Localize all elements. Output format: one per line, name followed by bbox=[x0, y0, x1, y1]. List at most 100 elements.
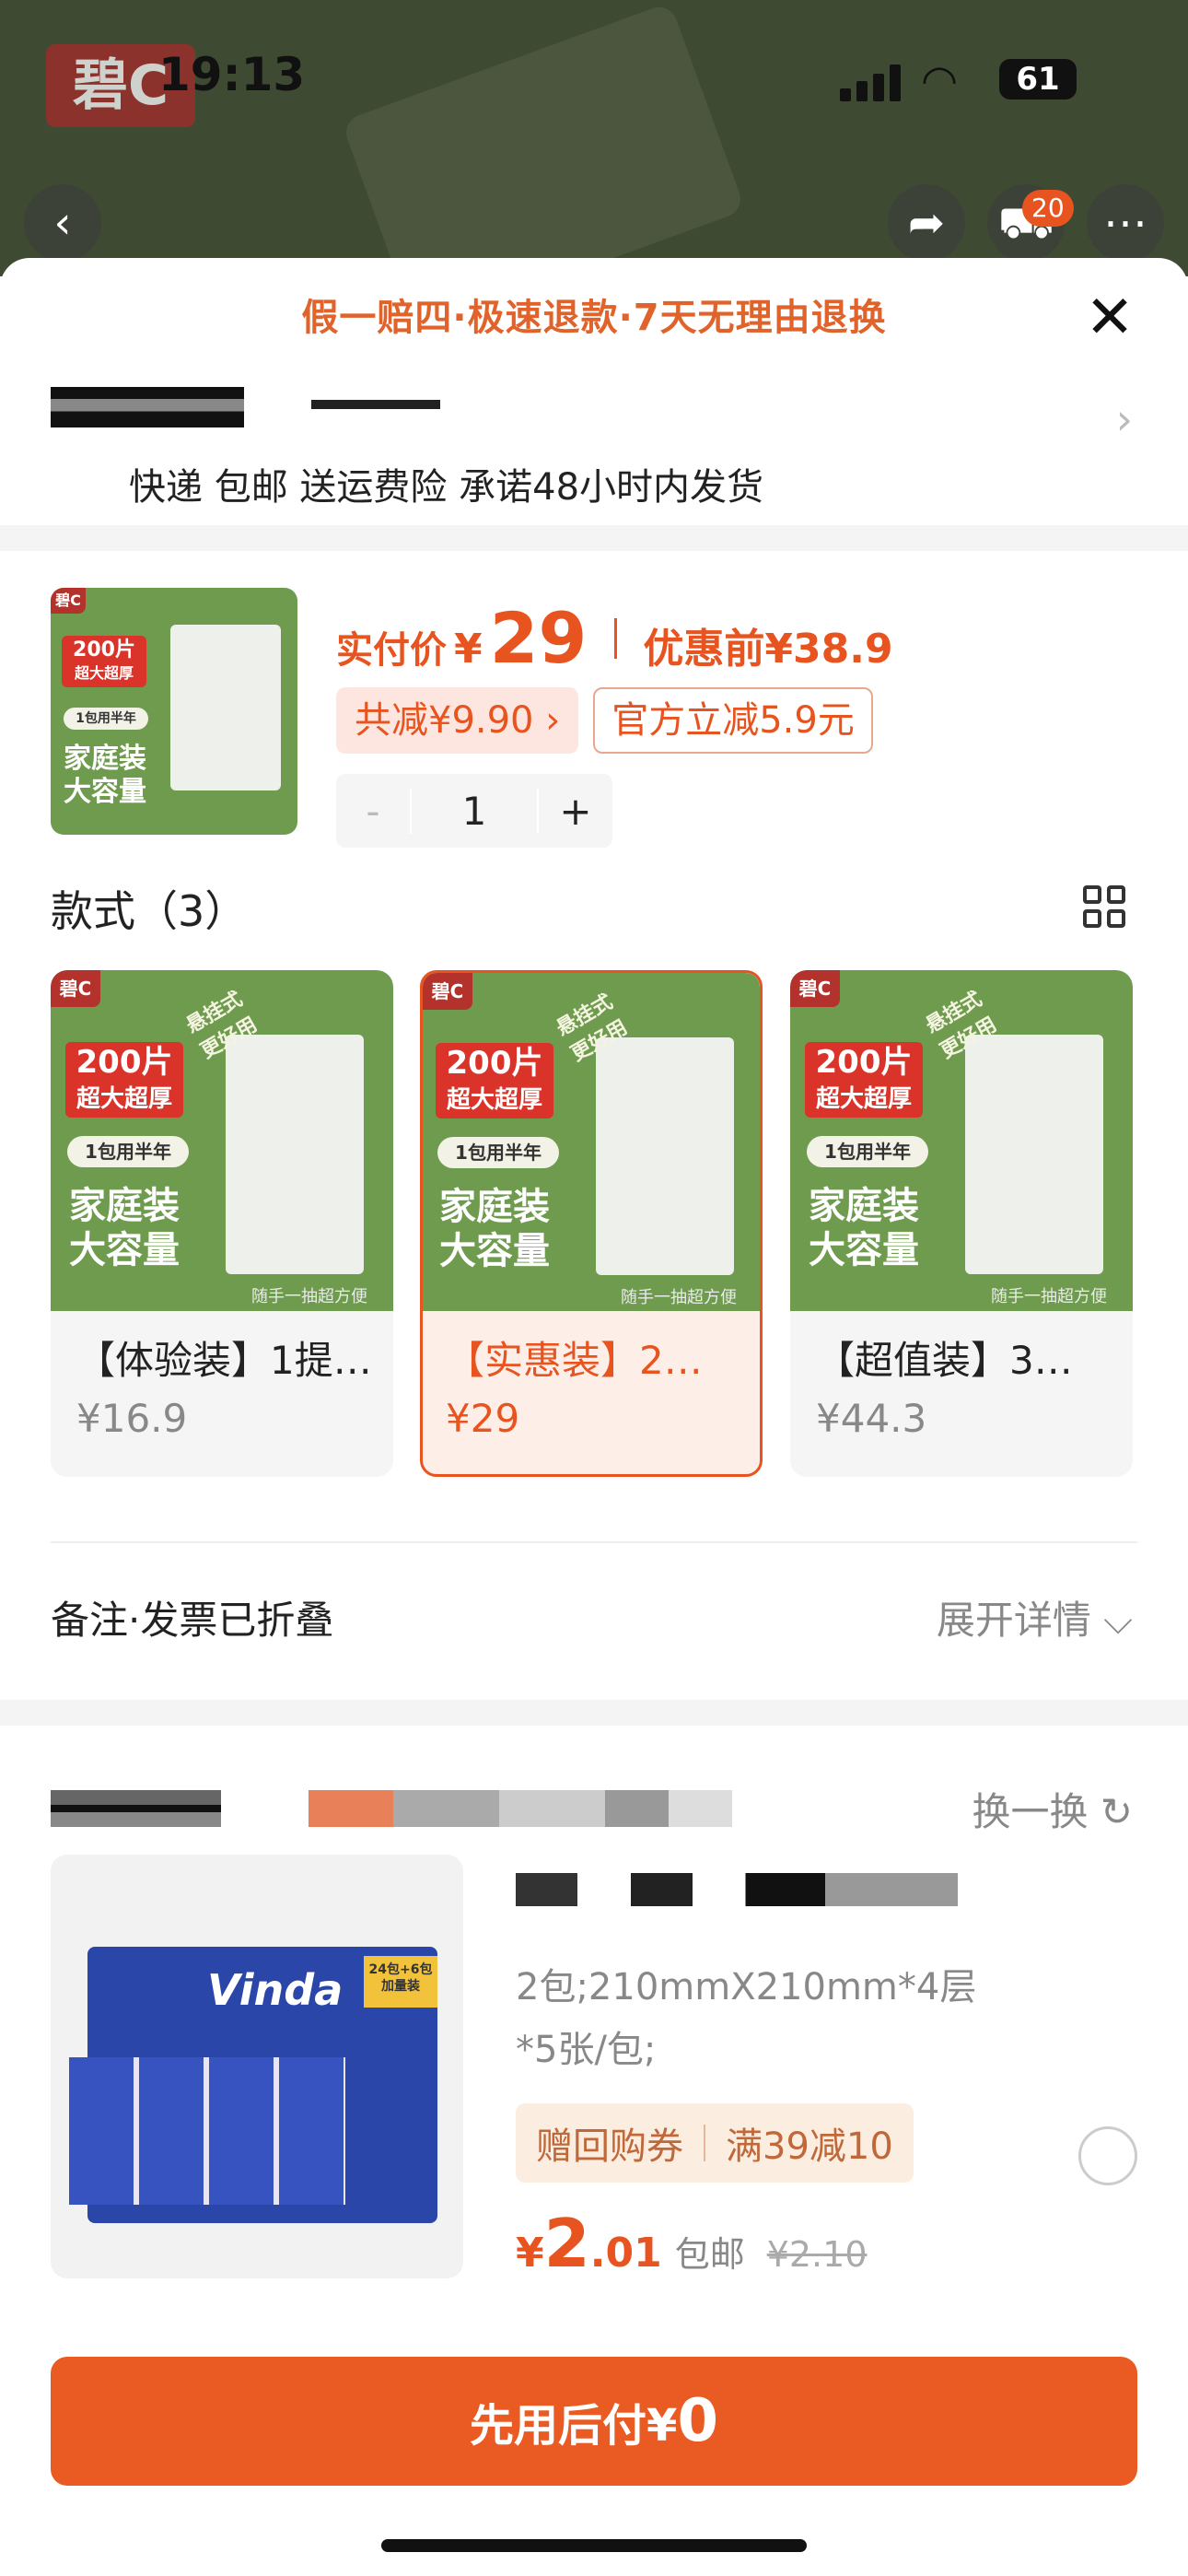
option-badge: 碧C bbox=[423, 973, 472, 1010]
redacted-phone bbox=[311, 400, 440, 409]
share-icon[interactable]: ➦ bbox=[888, 184, 965, 262]
product-summary: 碧C 200片 超大超厚 1包用半年 家庭装 大容量 实付价 ¥ 29 优惠前¥38… bbox=[0, 551, 1188, 869]
style-title: 款式（3） bbox=[51, 886, 248, 936]
select-radio[interactable] bbox=[1078, 2126, 1137, 2185]
redacted-title bbox=[516, 1873, 958, 1906]
redacted-name bbox=[51, 387, 244, 427]
discount-chips: 共减¥9.90 › 官方立减5.9元 bbox=[336, 687, 873, 754]
recommended-image: Vinda 24包+6包 加量装 bbox=[51, 1855, 463, 2278]
pay-later-button[interactable]: 先用后付¥0 bbox=[51, 2357, 1137, 2486]
note-invoice-row[interactable]: 备注·发票已折叠 展开详情 ⌵ bbox=[0, 1543, 1188, 1700]
option-name: 【体验装】1提… bbox=[76, 1338, 372, 1383]
rec-price-int: 2 bbox=[543, 2205, 590, 2282]
option-tag: 200片 超大超厚 bbox=[65, 1042, 183, 1118]
order-sheet: 假一赔四·极速退款·7天无理由退换 ✕ › 快递 包邮 送运费险 承诺48小时内… bbox=[0, 258, 1188, 2576]
more-icon[interactable]: ⋯ bbox=[1087, 184, 1164, 262]
wifi-icon: ◠ bbox=[921, 55, 959, 105]
rec-currency: ¥ bbox=[516, 2230, 544, 2277]
tissue-label: 24包+6包 加量装 bbox=[364, 1956, 437, 2008]
dispenser-image bbox=[965, 1035, 1103, 1274]
chevron-right-icon: › bbox=[1115, 394, 1133, 444]
option-big-text: 家庭装 大容量 bbox=[69, 1185, 180, 1271]
quantity-value[interactable]: 1 bbox=[410, 788, 539, 834]
tissue-brand: Vinda bbox=[207, 1965, 344, 2015]
sheet-header: 假一赔四·极速退款·7天无理由退换 ✕ bbox=[0, 258, 1188, 378]
option-price: ¥44.3 bbox=[816, 1396, 927, 1441]
option-name: 【实惠装】2… bbox=[446, 1338, 703, 1383]
original-price: 优惠前¥38.9 bbox=[643, 626, 893, 673]
redacted-shop-tags bbox=[309, 1790, 732, 1827]
note-label: 备注·发票已折叠 bbox=[51, 1598, 334, 1643]
thumb-badge: 碧C bbox=[51, 588, 86, 614]
clock: 19:13 bbox=[158, 48, 306, 101]
paid-label: 实付价 bbox=[336, 629, 447, 672]
option-price: ¥16.9 bbox=[76, 1396, 188, 1441]
quantity-stepper: - 1 + bbox=[336, 774, 612, 848]
option-tag: 200片 超大超厚 bbox=[436, 1043, 553, 1118]
product-thumbnail: 碧C 200片 超大超厚 1包用半年 家庭装 大容量 bbox=[51, 588, 297, 835]
thumb-pill: 1包用半年 bbox=[64, 708, 148, 730]
option-big-text: 家庭装 大容量 bbox=[809, 1185, 919, 1271]
dispenser-image bbox=[596, 1037, 734, 1275]
recommended-spec: 2包;210mmX210mm*4层*5张/包; bbox=[516, 1966, 977, 2071]
guarantee-banner: 假一赔四·极速退款·7天无理由退换 bbox=[301, 297, 887, 339]
section-divider bbox=[0, 1700, 1188, 1726]
coupon-tag-2: 满39减10 bbox=[726, 2125, 893, 2168]
thumb-tag: 200片 超大超厚 bbox=[62, 636, 146, 687]
coupon-tag-1: 赠回购券 bbox=[536, 2125, 683, 2168]
option-big-text: 家庭装 大容量 bbox=[439, 1186, 550, 1272]
option-image: 碧C 悬挂式 更好用 200片 超大超厚 1包用半年 家庭装 大容量 随手一抽超方便 bbox=[790, 970, 1133, 1311]
option-tag: 200片 超大超厚 bbox=[805, 1042, 923, 1118]
option-caption: 随手一抽超方便 bbox=[251, 1287, 367, 1306]
option-badge: 碧C bbox=[790, 970, 840, 1007]
option-caption: 随手一抽超方便 bbox=[991, 1287, 1107, 1306]
close-icon[interactable]: ✕ bbox=[1077, 286, 1142, 350]
style-options: 碧C 悬挂式 更好用 200片 超大超厚 1包用半年 家庭装 大容量 随手一抽超方便… bbox=[0, 970, 1188, 1541]
cart-count-badge: 20 bbox=[1022, 190, 1074, 227]
option-caption: 随手一抽超方便 bbox=[621, 1288, 737, 1307]
tissue-packs bbox=[69, 2057, 345, 2205]
style-option-3[interactable]: 碧C 悬挂式 更好用 200片 超大超厚 1包用半年 家庭装 大容量 随手一抽超方便… bbox=[790, 970, 1133, 1477]
style-option-2[interactable]: 碧C 悬挂式 更好用 200片 超大超厚 1包用半年 家庭装 大容量 随手一抽超方便… bbox=[420, 970, 763, 1477]
decrease-button[interactable]: - bbox=[336, 789, 410, 834]
thumb-big-text: 家庭装 大容量 bbox=[64, 743, 146, 808]
pay-amount: 0 bbox=[677, 2387, 718, 2455]
expand-details-button[interactable]: 展开详情 ⌵ bbox=[937, 1589, 1133, 1645]
option-image: 碧C 悬挂式 更好用 200片 超大超厚 1包用半年 家庭装 大容量 随手一抽超方便 bbox=[51, 970, 393, 1311]
rec-price-dec: .01 bbox=[589, 2230, 662, 2277]
shipping-info: 快递 包邮 送运费险 承诺48小时内发货 bbox=[129, 466, 764, 509]
address-section[interactable]: › 快递 包邮 送运费险 承诺48小时内发货 bbox=[0, 369, 1188, 562]
style-option-1[interactable]: 碧C 悬挂式 更好用 200片 超大超厚 1包用半年 家庭装 大容量 随手一抽超方便… bbox=[51, 970, 393, 1477]
battery-icon: 61 bbox=[999, 59, 1077, 100]
option-badge: 碧C bbox=[51, 970, 100, 1007]
grid-view-icon[interactable] bbox=[1083, 885, 1125, 928]
swap-button[interactable]: 换一换 ↻ bbox=[972, 1781, 1133, 1837]
recommended-price: ¥ 2 .01 包邮 ¥2.10 bbox=[516, 2205, 868, 2282]
currency-symbol: ¥ bbox=[454, 626, 483, 673]
free-shipping: 包邮 bbox=[674, 2234, 745, 2275]
option-price: ¥29 bbox=[446, 1396, 520, 1441]
option-image: 碧C 悬挂式 更好用 200片 超大超厚 1包用半年 家庭装 大容量 随手一抽超方便 bbox=[423, 973, 760, 1311]
price-separator bbox=[614, 617, 618, 659]
option-pill: 1包用半年 bbox=[807, 1136, 928, 1167]
dispenser-image bbox=[170, 625, 281, 790]
dispenser-image bbox=[226, 1035, 364, 1274]
option-pill: 1包用半年 bbox=[437, 1137, 559, 1168]
signal-icon bbox=[840, 64, 904, 101]
official-discount-chip: 官方立减5.9元 bbox=[593, 687, 873, 754]
back-icon[interactable]: ‹ bbox=[24, 184, 101, 262]
old-price: ¥2.10 bbox=[766, 2234, 868, 2275]
option-name: 【超值装】3… bbox=[816, 1338, 1073, 1383]
pay-label: 先用后付¥ bbox=[470, 2400, 678, 2452]
home-indicator bbox=[381, 2539, 807, 2552]
paid-price: 29 bbox=[489, 597, 588, 679]
total-discount-chip[interactable]: 共减¥9.90 › bbox=[336, 687, 579, 754]
status-bar: 碧C 19:13 ◠ 61 bbox=[0, 0, 1188, 157]
recommended-item: 换一换 ↻ Vinda 24包+6包 加量装 2包;210mmX210mm*4层… bbox=[0, 1726, 1188, 2371]
price-line: 实付价 ¥ 29 优惠前¥38.9 bbox=[336, 597, 893, 679]
option-pill: 1包用半年 bbox=[67, 1136, 189, 1167]
increase-button[interactable]: + bbox=[539, 789, 612, 834]
coupon-tags: 赠回购券 满39减10 bbox=[516, 2103, 914, 2183]
redacted-shop bbox=[51, 1790, 221, 1827]
style-header: 款式（3） bbox=[0, 869, 1188, 970]
